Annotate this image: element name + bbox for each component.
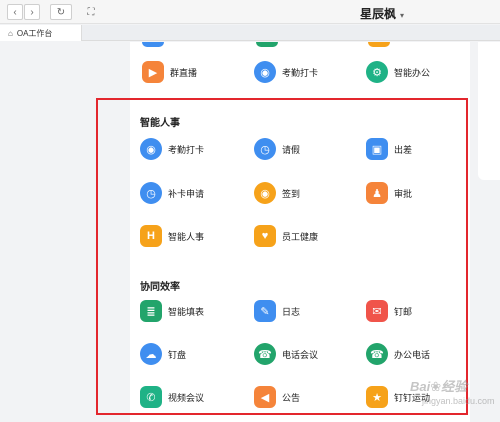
app-label: 智能填表 bbox=[168, 306, 205, 317]
partial-icon bbox=[256, 42, 278, 47]
app-business-trip[interactable]: ▣ 出差 bbox=[366, 137, 412, 161]
app-label: 出差 bbox=[394, 144, 413, 155]
refresh-icon: ↻ bbox=[56, 6, 66, 18]
left-panel bbox=[0, 42, 130, 422]
section-title-hr: 智能人事 bbox=[140, 118, 180, 129]
mail-icon: ✉ bbox=[366, 300, 388, 322]
app-label: 请假 bbox=[282, 144, 301, 155]
location-pin-icon: ◉ bbox=[254, 182, 276, 204]
chevron-down-icon: ▾ bbox=[400, 11, 405, 20]
app-attendance[interactable]: ◉ 考勤打卡 bbox=[140, 137, 204, 161]
forward-button[interactable]: › bbox=[24, 4, 40, 20]
app-label: 补卡申请 bbox=[168, 188, 205, 199]
tab-oa-workbench[interactable]: ⌂ OA工作台 bbox=[0, 25, 82, 41]
conference-call-icon: ☎ bbox=[254, 343, 276, 365]
app-punch-correction[interactable]: ◷ 补卡申请 bbox=[140, 181, 204, 205]
app-label: 智能办公 bbox=[394, 67, 431, 78]
window-toolbar: ‹ › ↻ ⛶ 星辰枫 ▾ bbox=[0, 0, 500, 24]
fullscreen-button[interactable]: ⛶ bbox=[80, 4, 102, 20]
app-label: 群直播 bbox=[170, 67, 198, 78]
app-label: 办公电话 bbox=[394, 349, 431, 360]
window-title[interactable]: 星辰枫 ▾ bbox=[360, 5, 404, 22]
cloud-drive-icon: ☁ bbox=[140, 343, 162, 365]
app-ding-mail[interactable]: ✉ 钉邮 bbox=[366, 299, 412, 323]
video-call-icon: ✆ bbox=[140, 386, 162, 408]
app-label: 员工健康 bbox=[282, 231, 319, 242]
app-smart-office[interactable]: ⚙ 智能办公 bbox=[366, 60, 430, 84]
clock-icon: ◷ bbox=[140, 182, 162, 204]
app-video-call[interactable]: ✆ 视频会议 bbox=[140, 385, 204, 409]
app-log[interactable]: ✎ 日志 bbox=[254, 299, 300, 323]
chevron-left-icon: ‹ bbox=[13, 6, 17, 18]
smart-office-icon: ⚙ bbox=[366, 61, 388, 83]
refresh-button[interactable]: ↻ bbox=[50, 4, 72, 20]
location-pin-icon: ◉ bbox=[254, 61, 276, 83]
app-label: 考勤打卡 bbox=[282, 67, 319, 78]
app-approval[interactable]: ♟ 审批 bbox=[366, 181, 412, 205]
app-smart-form[interactable]: ≣ 智能填表 bbox=[140, 299, 204, 323]
megaphone-icon: ◀ bbox=[254, 386, 276, 408]
back-button[interactable]: ‹ bbox=[7, 4, 23, 20]
app-employee-health[interactable]: ♥ 员工健康 bbox=[254, 224, 318, 248]
app-label: 审批 bbox=[394, 188, 413, 199]
app-label: 考勤打卡 bbox=[168, 144, 205, 155]
partial-icon bbox=[368, 42, 390, 47]
app-label: 电话会议 bbox=[282, 349, 319, 360]
heart-icon: ♥ bbox=[254, 225, 276, 247]
partial-icon bbox=[142, 42, 164, 47]
form-icon: ≣ bbox=[140, 300, 162, 322]
app-label: 视频会议 bbox=[168, 392, 205, 403]
right-gap bbox=[470, 42, 478, 422]
app-office-phone[interactable]: ☎ 办公电话 bbox=[366, 342, 430, 366]
app-label: 日志 bbox=[282, 306, 301, 317]
running-icon: ★ bbox=[366, 386, 388, 408]
app-attendance[interactable]: ◉ 考勤打卡 bbox=[254, 60, 318, 84]
tab-bar: ⌂ OA工作台 bbox=[0, 25, 500, 41]
notebook-icon: ✎ bbox=[254, 300, 276, 322]
location-pin-icon: ◉ bbox=[140, 138, 162, 160]
app-leave[interactable]: ◷ 请假 bbox=[254, 137, 300, 161]
app-announcement[interactable]: ◀ 公告 bbox=[254, 385, 300, 409]
suitcase-icon: ▣ bbox=[366, 138, 388, 160]
fullscreen-icon: ⛶ bbox=[87, 6, 95, 18]
right-card bbox=[478, 42, 500, 180]
app-label: 公告 bbox=[282, 392, 301, 403]
tab-label: OA工作台 bbox=[16, 28, 53, 38]
hr-icon: H bbox=[140, 225, 162, 247]
app-ding-drive[interactable]: ☁ 钉盘 bbox=[140, 342, 186, 366]
stamp-icon: ♟ bbox=[366, 182, 388, 204]
app-smart-hr[interactable]: H 智能人事 bbox=[140, 224, 204, 248]
app-label: 钉邮 bbox=[394, 306, 413, 317]
app-label: 签到 bbox=[282, 188, 301, 199]
watermark-url: jingyan.baidu.com bbox=[422, 396, 495, 406]
section-title-collaboration: 协同效率 bbox=[140, 282, 180, 293]
office-phone-icon: ☎ bbox=[366, 343, 388, 365]
user-name: 星辰枫 bbox=[360, 7, 397, 21]
chevron-right-icon: › bbox=[30, 6, 34, 18]
app-check-in[interactable]: ◉ 签到 bbox=[254, 181, 300, 205]
app-conference-call[interactable]: ☎ 电话会议 bbox=[254, 342, 318, 366]
watermark-logo: Bai❀经验 bbox=[410, 379, 468, 394]
app-label: 智能人事 bbox=[168, 231, 205, 242]
home-icon: ⌂ bbox=[8, 28, 13, 38]
app-label: 钉盘 bbox=[168, 349, 187, 360]
app-live-broadcast[interactable]: ▶ 群直播 bbox=[142, 60, 197, 84]
live-broadcast-icon: ▶ bbox=[142, 61, 164, 83]
clock-icon: ◷ bbox=[254, 138, 276, 160]
